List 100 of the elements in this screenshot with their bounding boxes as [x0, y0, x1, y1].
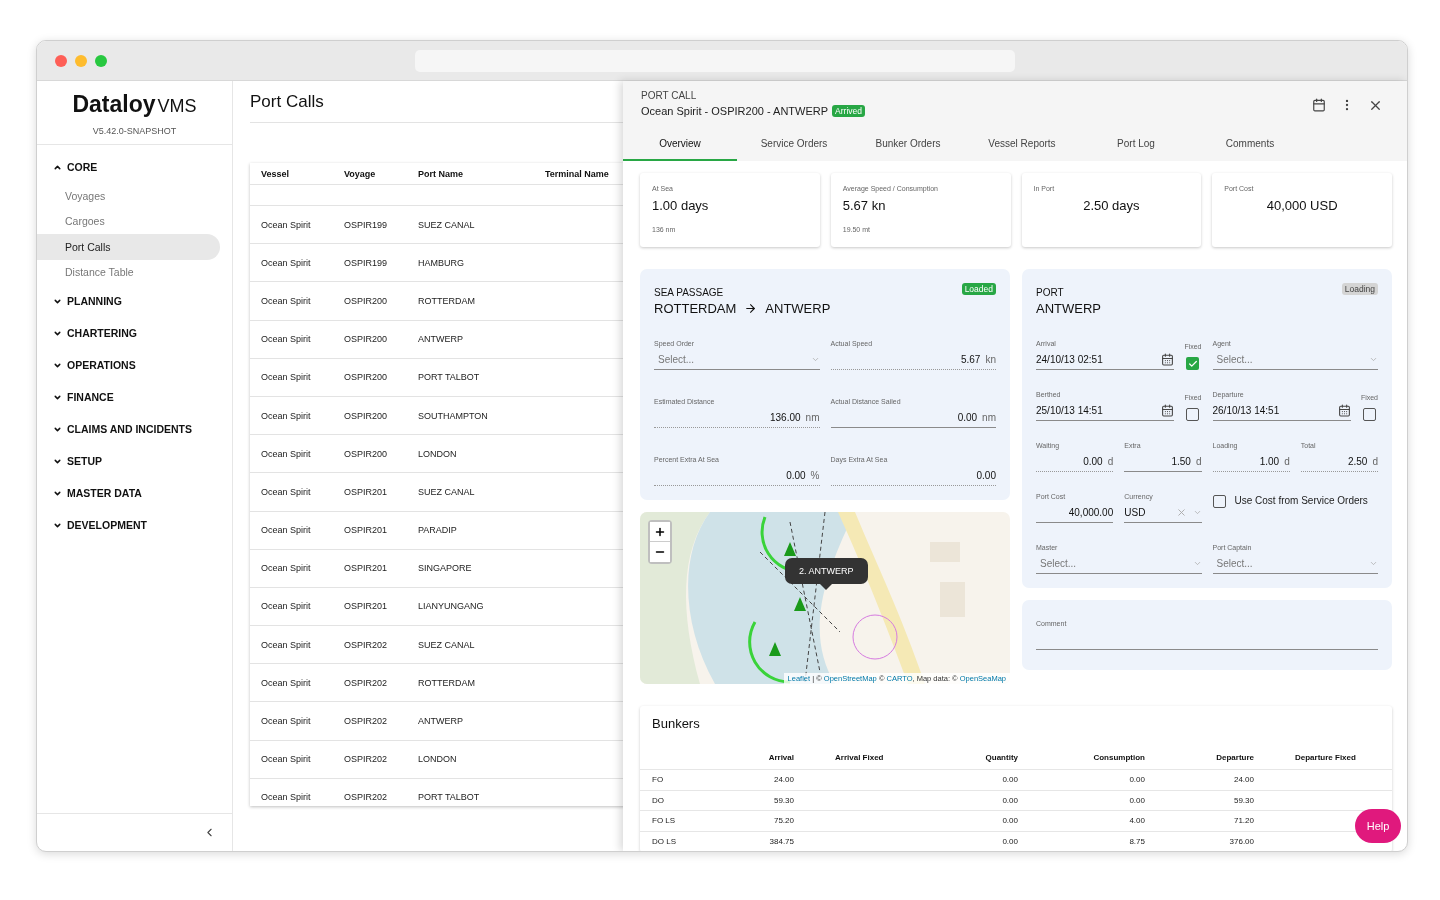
status-badge: Arrived: [832, 105, 865, 117]
select-field[interactable]: Select...: [1036, 554, 1202, 574]
nav-section[interactable]: CHARTERING: [37, 317, 232, 349]
calendar-icon[interactable]: [1161, 353, 1175, 366]
checkbox[interactable]: [1186, 357, 1200, 370]
status-badge: Loading: [1341, 283, 1378, 295]
table-cell-text: OSPIR202: [344, 754, 389, 765]
table-cell-text: FO: [652, 775, 665, 785]
table-cell-text: OSPIR199: [344, 257, 389, 268]
column-header[interactable]: Departure Fixed: [1254, 753, 1404, 762]
panel-kicker: PORT CALL: [641, 90, 698, 101]
checkbox-label[interactable]: Use Cost from Service Orders: [1212, 493, 1378, 508]
column-header[interactable]: Arrival: [732, 753, 794, 762]
port-name: ANTWERP: [765, 301, 831, 316]
panel-kicker: PORT: [1036, 287, 1065, 298]
column-header[interactable]: Voyage: [344, 168, 418, 179]
table-cell-text: Ocean Spirit: [261, 639, 312, 650]
currency-select[interactable]: USD: [1124, 503, 1202, 523]
select-field[interactable]: Select...: [654, 350, 820, 370]
table-cell-text: OSPIR201: [344, 601, 389, 612]
table-cell-text: PARADIP: [418, 525, 458, 536]
nav-section[interactable]: CLAIMS AND INCIDENTS: [37, 413, 232, 445]
number-field[interactable]: 40,000.00: [1036, 503, 1114, 523]
table-cell-text: 376.00: [1228, 836, 1254, 846]
number-field[interactable]: 1.50 d: [1124, 452, 1202, 472]
table-cell-text: SINGAPORE: [418, 563, 473, 574]
zoom-in-button[interactable]: [650, 522, 670, 542]
calendar-icon[interactable]: [1337, 404, 1351, 417]
table-cell-text: OSPIR201: [344, 486, 389, 497]
select-field[interactable]: Select...: [1212, 350, 1378, 370]
column-header[interactable]: Port Name: [418, 168, 545, 179]
table-cell-text: Ocean Spirit: [261, 295, 312, 306]
table-cell-text: Ocean Spirit: [261, 563, 312, 574]
column-header[interactable]: Arrival Fixed: [794, 753, 912, 762]
help-button[interactable]: Help: [1355, 809, 1401, 843]
select-field[interactable]: Select...: [1212, 554, 1378, 574]
nav-item[interactable]: Distance Table: [37, 259, 220, 285]
table-cell-text: OSPIR199: [344, 219, 389, 230]
card-value: 1.00 days: [652, 198, 710, 213]
nav-section[interactable]: PLANNING: [37, 285, 232, 317]
table-cell-text: PORT TALBOT: [418, 792, 481, 803]
number-field[interactable]: 5.67 kn: [830, 350, 996, 370]
table-cell-text: Ocean Spirit: [261, 525, 312, 536]
nav-section[interactable]: FINANCE: [37, 381, 232, 413]
tab[interactable]: Bunker Orders: [851, 128, 965, 161]
nav-section[interactable]: MASTER DATA: [37, 477, 232, 509]
table-cell-text: LONDON: [418, 448, 458, 459]
table-cell-text: Ocean Spirit: [261, 448, 312, 459]
table-cell-text: 0.00: [1001, 836, 1018, 846]
column-header[interactable]: Terminal Name: [545, 168, 623, 179]
number-field[interactable]: 0.00 nm: [830, 408, 996, 428]
table-cell-text: 0.00: [1001, 795, 1018, 805]
nav-section[interactable]: OPERATIONS: [37, 349, 232, 381]
table-cell-text: OSPIR200: [344, 334, 389, 345]
table-cell-text: OSPIR200: [344, 448, 389, 459]
table-cell-text: FO LS: [652, 816, 677, 826]
calendar-icon[interactable]: [1310, 96, 1328, 114]
tab[interactable]: Comments: [1193, 128, 1307, 161]
column-header[interactable]: Consumption: [1018, 753, 1145, 762]
calendar-icon[interactable]: [1161, 404, 1175, 417]
caret-icon: [1192, 508, 1202, 517]
table-cell-text: Ocean Spirit: [261, 372, 312, 383]
tab[interactable]: Vessel Reports: [965, 128, 1079, 161]
number-field[interactable]: 0.00 %: [654, 466, 820, 486]
nav-item[interactable]: Port Calls: [37, 234, 220, 260]
number-field[interactable]: 2.50 d: [1300, 452, 1378, 472]
table-cell-text: 24.00: [1232, 775, 1254, 785]
arrow-icon: [744, 302, 758, 315]
number-field[interactable]: 1.00 d: [1212, 452, 1290, 472]
table-cell-text: OSPIR202: [344, 716, 389, 727]
logo: DataloyVMS: [72, 91, 197, 118]
nav-section[interactable]: SETUP: [37, 445, 232, 477]
tab[interactable]: Port Log: [1079, 128, 1193, 161]
tab[interactable]: Service Orders: [737, 128, 851, 161]
table-cell-text: HAMBURG: [418, 257, 465, 268]
column-header[interactable]: Vessel: [261, 168, 344, 179]
checkbox[interactable]: [1186, 408, 1200, 421]
card-value: 5.67 kn: [842, 198, 887, 213]
checkbox[interactable]: [1362, 408, 1376, 421]
date-field[interactable]: 26/10/13 14:51: [1212, 401, 1351, 421]
column-header[interactable]: Quantity: [912, 753, 1018, 762]
table-cell-text: 0.00: [1001, 775, 1018, 785]
table-cell-text: SUEZ CANAL: [418, 219, 476, 230]
date-field[interactable]: 25/10/13 14:51: [1036, 401, 1175, 421]
nav-section[interactable]: DEVELOPMENT: [37, 509, 232, 541]
date-field[interactable]: 24/10/13 02:51: [1036, 350, 1175, 370]
table-cell-text: DO: [652, 795, 665, 805]
number-field[interactable]: 0.00: [830, 466, 996, 486]
tab[interactable]: Overview: [623, 128, 737, 161]
nav-item[interactable]: Cargoes: [37, 208, 220, 234]
checkbox[interactable]: [1212, 495, 1226, 508]
nav-section[interactable]: CORE: [37, 151, 232, 183]
nav-item[interactable]: Voyages: [37, 183, 220, 209]
table-cell-text: Ocean Spirit: [261, 792, 312, 803]
column-header[interactable]: Departure: [1145, 753, 1254, 762]
table-cell-text: Ocean Spirit: [261, 601, 312, 612]
number-field[interactable]: 136.00 nm: [654, 408, 820, 428]
table-cell-text: OSPIR201: [344, 563, 389, 574]
number-field[interactable]: 0.00 d: [1036, 452, 1114, 472]
table-cell-text: 59.30: [1232, 795, 1254, 805]
